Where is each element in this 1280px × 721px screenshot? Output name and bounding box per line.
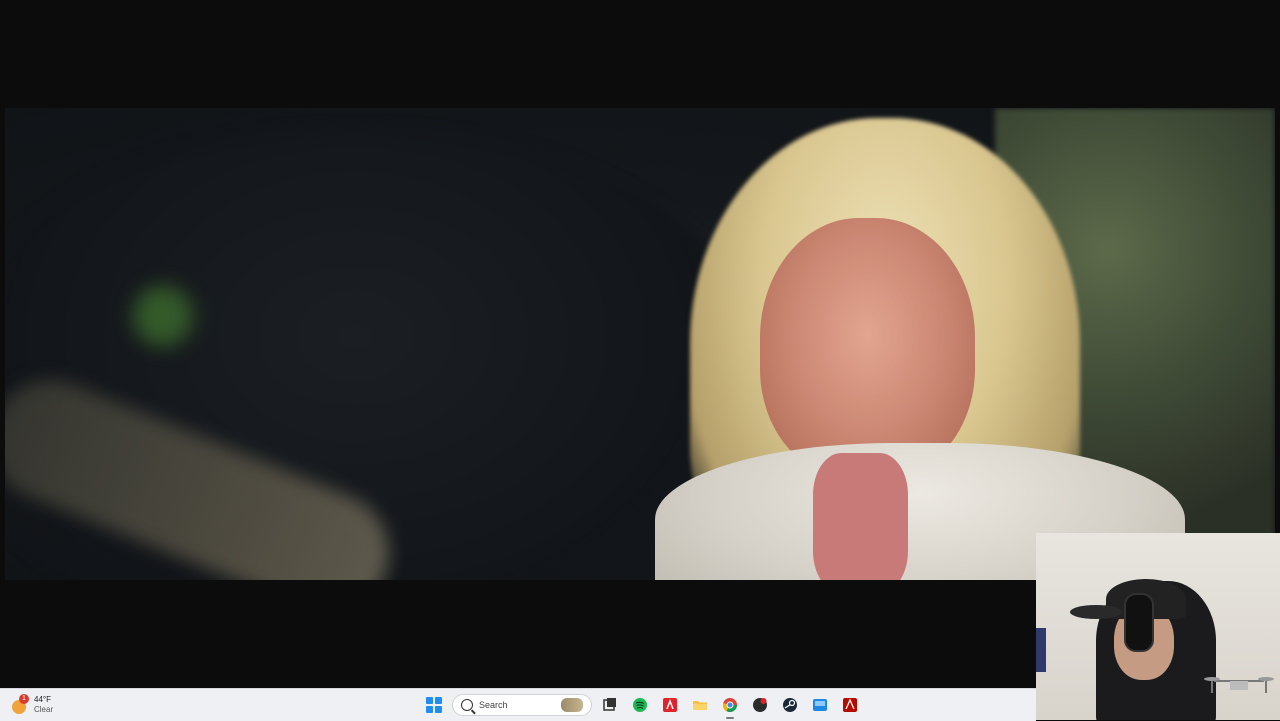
chrome-icon[interactable] [718,693,742,719]
video-frame[interactable] [5,108,1275,580]
app-icon[interactable] [748,693,772,717]
woman-neck [813,453,908,580]
taskbar-pinned-apps: Search [422,692,862,719]
drone-icon [1204,677,1274,693]
webcam-background-monitor [1036,628,1046,672]
task-view-icon[interactable] [598,693,622,717]
steam-icon[interactable] [778,693,802,717]
weather-widget[interactable]: 1 44°F Clear [10,693,53,717]
woman-face [760,218,975,478]
search-label: Search [479,700,508,710]
search-icon [461,699,473,711]
adobe-icon[interactable] [658,693,682,717]
search-highlight-icon [561,698,583,712]
spotify-icon[interactable] [628,693,652,717]
streamer-cap-brim [1070,605,1122,619]
adobe-acrobat-icon[interactable] [838,693,862,717]
weather-sun-icon: 1 [10,694,29,714]
headset-icon [1124,593,1154,652]
app-icon-blue[interactable] [808,693,832,717]
taskbar: 1 44°F Clear Search [0,688,1036,721]
webcam-overlay [1036,533,1280,720]
windows-start-icon[interactable] [422,693,446,717]
weather-condition: Clear [34,705,54,714]
file-explorer-icon[interactable] [688,693,712,717]
taskbar-search[interactable]: Search [452,694,592,716]
weather-temperature: 44°F [34,695,51,704]
notification-badge: 1 [19,694,29,704]
blurred-leaf [133,286,193,346]
